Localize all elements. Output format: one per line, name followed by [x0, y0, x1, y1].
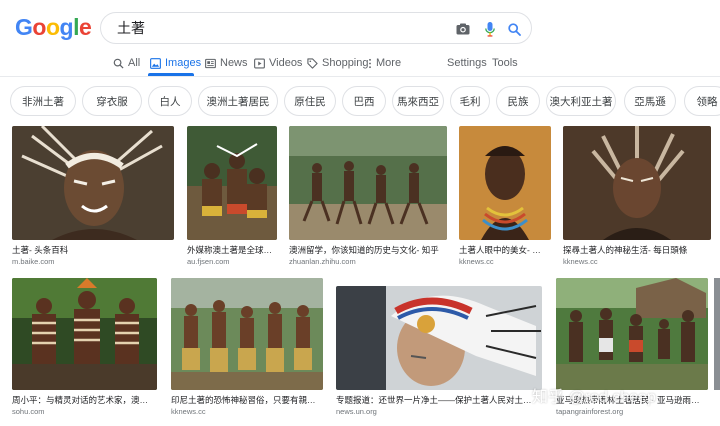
result-caption[interactable]: 探尋土著人的神秘生活- 每日頭條: [563, 244, 709, 256]
tab-label: Shopping: [322, 57, 369, 69]
chip-label: 白人: [159, 95, 181, 108]
result-thumbnail[interactable]: [12, 126, 174, 240]
result-caption[interactable]: 土著- 头条百科: [12, 244, 172, 256]
chip-label: 亞馬遜: [634, 95, 666, 108]
result-source: zhuanlan.zhihu.com: [289, 257, 356, 266]
result-caption[interactable]: 专题报道：还世界一片净土——保护土著人民对土地、领土...: [336, 394, 540, 406]
result-caption[interactable]: 外媒称澳土著是全球延...: [187, 244, 275, 256]
image-result[interactable]: 印尼土著的恐怖神秘習俗，只要有親人去... kknews.cc: [171, 278, 323, 418]
chip[interactable]: 原住民: [284, 86, 336, 116]
image-result[interactable]: 土著人眼中的美女- 每日... kknews.cc: [459, 126, 551, 268]
google-logo[interactable]: Google: [15, 14, 92, 41]
chip-label: 巴西: [353, 95, 375, 108]
partial-thumbnail[interactable]: [714, 278, 720, 390]
camera-icon[interactable]: [453, 19, 473, 39]
result-thumbnail[interactable]: [12, 278, 157, 390]
result-caption[interactable]: 土著人眼中的美女- 每日...: [459, 244, 549, 256]
result-caption[interactable]: 澳洲留学，你该知道的历史与文化- 知乎: [289, 244, 445, 256]
watermark: 知乎 @red cheep: [532, 389, 656, 406]
chip[interactable]: 澳洲土著居民: [198, 86, 278, 116]
tab-label: Videos: [269, 57, 303, 69]
news-icon: [205, 58, 216, 68]
chip[interactable]: 穿衣服: [82, 86, 142, 116]
settings-label: Settings: [447, 57, 487, 69]
search-icon: [113, 58, 124, 69]
result-source: kknews.cc: [459, 257, 494, 266]
result-caption[interactable]: 周小平：与精灵对话的艺术家，澳洲土...: [12, 394, 155, 406]
result-thumbnail[interactable]: [187, 126, 277, 240]
chip-label: 原住民: [294, 95, 326, 108]
result-thumbnail[interactable]: [563, 126, 711, 240]
chip[interactable]: 毛利: [450, 86, 490, 116]
tab-images[interactable]: Images: [150, 55, 201, 71]
settings-link[interactable]: Settings: [447, 55, 487, 71]
image-result[interactable]: 土著- 头条百科 m.baike.com: [12, 126, 174, 268]
result-caption[interactable]: 印尼土著的恐怖神秘習俗，只要有親人去...: [171, 394, 321, 406]
chip-label: 非洲土著: [22, 95, 64, 108]
tab-label: All: [128, 57, 141, 69]
tools-label: Tools: [492, 57, 518, 69]
chip[interactable]: 非洲土著: [10, 86, 76, 116]
search-box[interactable]: [100, 12, 532, 44]
result-source: au.fjsen.com: [187, 257, 230, 266]
chip[interactable]: 民族: [496, 86, 540, 116]
logo-letter: o: [45, 14, 60, 40]
result-thumbnail[interactable]: [336, 286, 542, 390]
result-source: m.baike.com: [12, 257, 55, 266]
result-source: sohu.com: [12, 407, 45, 416]
tab-label: Images: [165, 57, 202, 69]
chip-label: 澳洲土著居民: [206, 95, 270, 108]
logo-letter: o: [32, 14, 46, 40]
chip[interactable]: 亞馬遜: [624, 86, 676, 116]
play-icon: [254, 58, 265, 68]
tab-label: News: [220, 57, 248, 69]
tab-all[interactable]: All: [113, 55, 140, 71]
result-source: tapangrainforest.org: [556, 407, 624, 416]
result-source: kknews.cc: [171, 407, 206, 416]
active-tab-indicator: [148, 73, 194, 76]
result-source: news.un.org: [336, 407, 377, 416]
image-result[interactable]: 周小平：与精灵对话的艺术家，澳洲土... sohu.com: [12, 278, 157, 418]
tab-label: More: [376, 57, 402, 69]
image-result[interactable]: 探尋土著人的神秘生活- 每日頭條 kknews.cc: [563, 126, 711, 268]
logo-letter: g: [59, 14, 74, 40]
chip[interactable]: 巴西: [342, 86, 386, 116]
tab-news[interactable]: News: [205, 55, 248, 71]
more-vert-icon: [369, 58, 371, 68]
result-thumbnail[interactable]: [289, 126, 447, 240]
image-result[interactable]: 专题报道：还世界一片净土——保护土著人民对土地、领土... news.un.or…: [336, 286, 542, 418]
chip-label: 民族: [507, 95, 529, 108]
result-thumbnail[interactable]: [171, 278, 323, 390]
tab-shopping[interactable]: Shopping: [307, 55, 369, 71]
chip[interactable]: 白人: [148, 86, 192, 116]
chip[interactable]: 馬來西亞: [392, 86, 444, 116]
chip[interactable]: 领略: [684, 86, 720, 116]
result-source: kknews.cc: [563, 257, 598, 266]
result-thumbnail[interactable]: [459, 126, 551, 240]
search-icon[interactable]: [504, 19, 524, 39]
chip[interactable]: 澳大利亚土著: [546, 86, 616, 116]
chip-label: 馬來西亞: [397, 95, 439, 108]
image-result[interactable]: 澳洲留学，你该知道的历史与文化- 知乎 zhuanlan.zhihu.com: [289, 126, 447, 268]
logo-letter: G: [15, 14, 33, 40]
microphone-icon[interactable]: [480, 19, 500, 39]
result-thumbnail[interactable]: [556, 278, 708, 390]
search-input[interactable]: [115, 19, 419, 37]
related-chips: 非洲土著 穿衣服 白人 澳洲土著居民 原住民 巴西 馬來西亞 毛利 民族 澳大利…: [10, 86, 720, 118]
header: Google All Images News Videos: [0, 0, 720, 77]
chip-label: 领略: [696, 95, 718, 108]
chip-label: 澳大利亚土著: [549, 95, 613, 108]
chip-label: 毛利: [459, 95, 481, 108]
tab-videos[interactable]: Videos: [254, 55, 302, 71]
tools-link[interactable]: Tools: [492, 55, 518, 71]
tag-icon: [307, 57, 318, 69]
image-result[interactable]: 外媒称澳土著是全球延... au.fjsen.com: [187, 126, 277, 268]
tab-more[interactable]: More: [368, 55, 401, 71]
logo-letter: e: [78, 14, 92, 40]
chip-label: 穿衣服: [96, 95, 128, 108]
image-icon: [150, 57, 161, 69]
search-tabs: All Images News Videos Shopping More Set…: [0, 52, 720, 76]
